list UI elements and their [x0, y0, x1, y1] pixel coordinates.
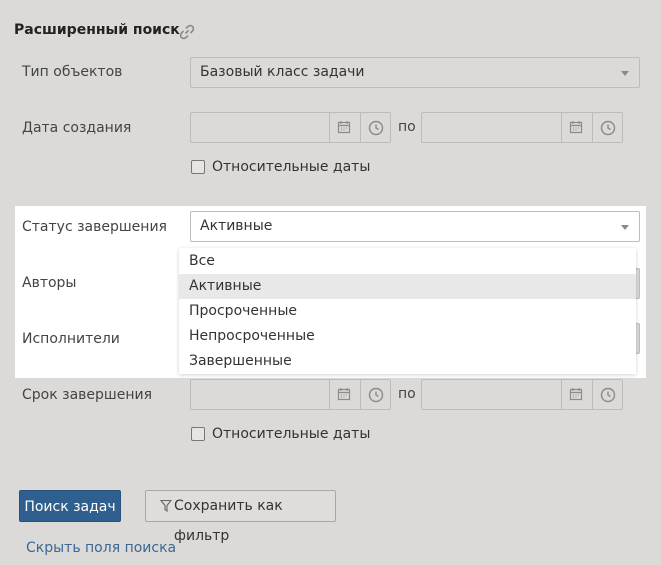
save-as-filter-label: Сохранить как фильтр	[174, 498, 283, 544]
due-date-from[interactable]	[190, 379, 391, 410]
save-as-filter-button[interactable]: Сохранить как фильтр	[145, 490, 336, 544]
calendar-icon[interactable]	[561, 380, 592, 409]
due-date-to-label: по	[398, 386, 416, 402]
chevron-down-icon	[621, 71, 629, 76]
page-title: Расширенный поиск	[14, 22, 180, 38]
due-relative-dates-label: Относительные даты	[212, 426, 371, 442]
due-relative-dates-checkbox[interactable]	[191, 427, 205, 441]
created-date-to-label: по	[398, 119, 416, 135]
due-date-to[interactable]	[421, 379, 623, 410]
authors-label: Авторы	[22, 275, 77, 291]
object-type-value: Базовый класс задачи	[200, 64, 365, 80]
hide-search-fields-link[interactable]: Скрыть поля поиска	[26, 540, 176, 556]
filter-icon	[160, 499, 172, 513]
clock-icon[interactable]	[360, 380, 391, 409]
calendar-icon[interactable]	[329, 113, 360, 142]
completion-status-select[interactable]: Активные	[190, 211, 640, 242]
calendar-icon[interactable]	[329, 380, 360, 409]
status-option-overdue[interactable]: Просроченные	[179, 299, 636, 324]
created-date-label: Дата создания	[22, 120, 132, 136]
link-icon[interactable]	[177, 22, 197, 42]
completion-status-value: Активные	[200, 218, 273, 234]
created-relative-dates-label: Относительные даты	[212, 159, 371, 175]
object-type-select[interactable]: Базовый класс задачи	[190, 57, 640, 88]
due-date-label: Срок завершения	[22, 387, 153, 403]
status-option-completed[interactable]: Завершенные	[179, 349, 636, 374]
clock-icon[interactable]	[360, 113, 391, 142]
completion-status-dropdown: Все Активные Просроченные Непросроченные…	[179, 248, 636, 374]
status-option-all[interactable]: Все	[179, 249, 636, 274]
clock-icon[interactable]	[592, 380, 623, 409]
object-type-label: Тип объектов	[22, 64, 123, 80]
completion-status-label: Статус завершения	[22, 219, 167, 235]
created-date-from[interactable]	[190, 112, 391, 143]
chevron-down-icon	[621, 225, 629, 230]
clock-icon[interactable]	[592, 113, 623, 142]
status-option-not-overdue[interactable]: Непросроченные	[179, 324, 636, 349]
calendar-icon[interactable]	[561, 113, 592, 142]
created-date-to[interactable]	[421, 112, 623, 143]
search-tasks-button[interactable]: Поиск задач	[19, 490, 121, 522]
executors-label: Исполнители	[22, 331, 120, 347]
created-relative-dates-checkbox[interactable]	[191, 160, 205, 174]
status-option-active[interactable]: Активные	[179, 274, 636, 299]
